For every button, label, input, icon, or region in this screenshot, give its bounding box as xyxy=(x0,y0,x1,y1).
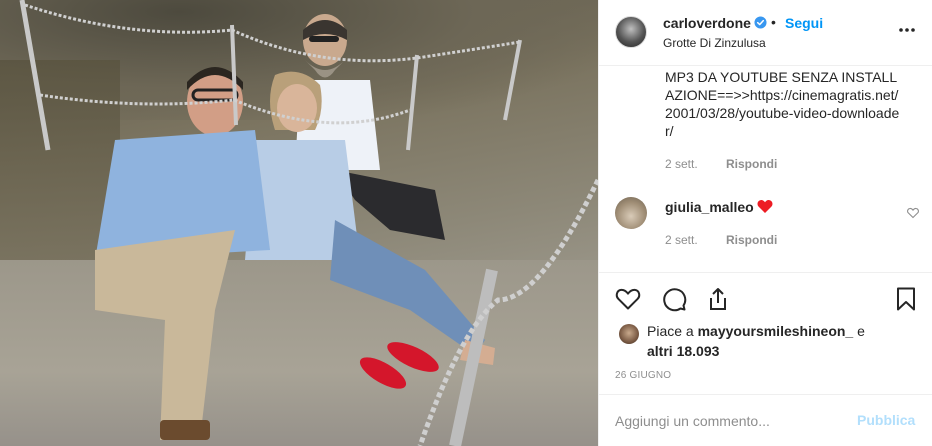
publish-button[interactable]: Pubblica xyxy=(857,412,915,428)
action-bar xyxy=(599,272,932,324)
likes-summary: Piace a mayyoursmileshineon_ e altri 18.… xyxy=(647,321,907,361)
likes-middle: e xyxy=(853,323,865,339)
separator-dot: • xyxy=(771,14,776,30)
post-photo[interactable] xyxy=(0,0,598,446)
share-icon[interactable] xyxy=(705,286,731,312)
likes-count[interactable]: altri 18.093 xyxy=(647,343,719,359)
comment-time[interactable]: 2 sett. xyxy=(665,233,698,247)
comment-reply-button[interactable]: Rispondi xyxy=(726,157,777,171)
post-sidebar: carloverdone • Segui Grotte Di Zinzulusa… xyxy=(598,0,932,446)
commenter-avatar[interactable] xyxy=(615,197,647,229)
commenter-username[interactable]: giulia_malleo xyxy=(665,199,754,215)
post-date[interactable]: 26 GIUGNO xyxy=(615,370,671,381)
liker-avatar[interactable] xyxy=(619,324,639,344)
likes-prefix: Piace a xyxy=(647,323,698,339)
chain-railing xyxy=(19,0,598,446)
heart-icon[interactable] xyxy=(615,286,641,312)
liker-username[interactable]: mayyoursmileshineon_ xyxy=(698,323,854,339)
more-options-icon[interactable] xyxy=(897,20,917,40)
comment-like-heart-icon[interactable] xyxy=(907,207,919,219)
author-avatar[interactable] xyxy=(615,16,647,48)
follow-button[interactable]: Segui xyxy=(785,15,823,31)
post-header: carloverdone • Segui Grotte Di Zinzulusa xyxy=(599,0,932,66)
red-heart-emoji-icon xyxy=(757,200,773,213)
comment-reply-button[interactable]: Rispondi xyxy=(726,233,777,247)
post-location[interactable]: Grotte Di Zinzulusa xyxy=(663,36,766,50)
author-username[interactable]: carloverdone xyxy=(663,15,751,31)
comment-input[interactable] xyxy=(615,409,835,433)
comment-text: MP3 DA YOUTUBE SENZA INSTALLAZIONE==>>ht… xyxy=(665,69,900,139)
bookmark-icon[interactable] xyxy=(893,286,919,312)
comment-time[interactable]: 2 sett. xyxy=(665,157,698,171)
comment-icon[interactable] xyxy=(661,286,687,312)
comment-item: MP3 DA YOUTUBE SENZA INSTALLAZIONE==>>ht… xyxy=(665,68,905,140)
add-comment-bar: Pubblica xyxy=(599,394,932,446)
verified-badge-icon xyxy=(754,16,767,29)
